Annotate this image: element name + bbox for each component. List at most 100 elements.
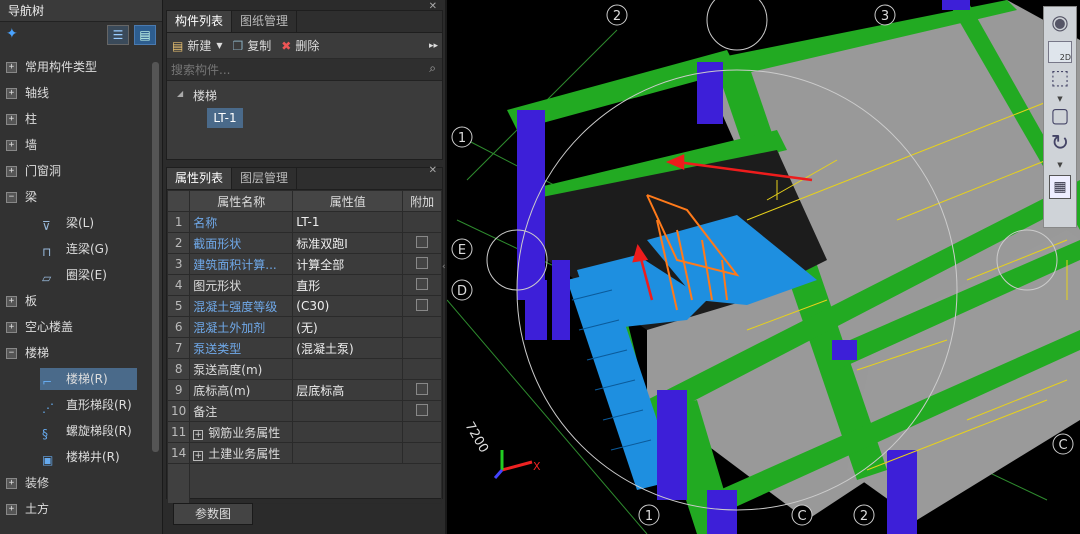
property-value[interactable] <box>292 442 404 464</box>
nav-item[interactable]: + 板 <box>6 291 37 311</box>
property-row[interactable]: 3 建筑面积计算... 计算全部 <box>166 253 442 275</box>
parameter-diagram-button[interactable]: 参数图 <box>173 503 253 525</box>
nav-item[interactable]: + 轴线 <box>6 83 49 103</box>
nav-item[interactable]: + 门窗洞 <box>6 161 61 181</box>
expand-icon[interactable]: + <box>6 295 17 307</box>
extra-checkbox[interactable] <box>416 298 429 311</box>
property-value[interactable]: 标准双跑I <box>292 232 404 254</box>
property-row[interactable]: 1 名称 LT-1 <box>166 211 442 233</box>
nav-item[interactable]: + 常用构件类型 <box>6 57 97 77</box>
expand-icon[interactable]: + <box>6 503 17 515</box>
magic-wand-icon[interactable]: ✦ <box>6 26 18 42</box>
property-row[interactable]: 9 底标高(m) 层底标高 <box>166 379 442 401</box>
dimension-label: 7200 <box>462 420 492 456</box>
more-icon[interactable]: ▸▸ <box>429 41 438 51</box>
expand-icon[interactable]: + <box>6 113 17 125</box>
property-row[interactable]: 5 混凝土强度等级 (C30) <box>166 295 442 317</box>
expand-icon[interactable]: − <box>6 191 17 203</box>
nav-subitem[interactable]: ▱ 圈梁(E) <box>42 264 107 286</box>
nav-item[interactable]: + 空心楼盖 <box>6 317 73 337</box>
nav-subitem[interactable]: ▣ 楼梯井(R) <box>42 446 120 468</box>
property-extra <box>402 400 442 422</box>
extra-checkbox[interactable] <box>416 277 429 290</box>
tab-layer-management[interactable]: 图层管理 <box>232 168 298 189</box>
cube-icon[interactable]: ⬚ <box>1044 65 1076 95</box>
grid-view-icon[interactable]: ▤ <box>134 25 156 45</box>
delete-button[interactable]: ✖ 删除 <box>281 37 319 54</box>
tab-property-list[interactable]: 属性列表 <box>167 168 233 189</box>
tree-item-lt1[interactable]: LT-1 <box>207 108 243 128</box>
collapse-arrow-icon[interactable]: ‹ <box>442 262 446 272</box>
list-view-icon[interactable]: ☰ <box>107 25 129 45</box>
property-value[interactable] <box>292 358 404 380</box>
nav-item[interactable]: + 装修 <box>6 473 49 493</box>
extra-checkbox[interactable] <box>416 382 429 395</box>
tab-drawing-management[interactable]: 图纸管理 <box>232 11 298 32</box>
property-row[interactable]: 10 备注 <box>166 400 442 422</box>
property-row[interactable]: 6 混凝土外加剂 (无) <box>166 316 442 338</box>
row-index: 5 <box>166 295 191 317</box>
property-value[interactable]: (C30) <box>292 295 404 317</box>
extra-checkbox[interactable] <box>416 235 429 248</box>
nav-item[interactable]: + 墙 <box>6 135 37 155</box>
nav-subitem[interactable]: ⌐ 楼梯(R) <box>40 368 137 390</box>
close-icon[interactable]: ✕ <box>429 1 437 12</box>
nav-item[interactable]: + 土方 <box>6 499 49 519</box>
property-row[interactable]: 4 图元形状 直形 <box>166 274 442 296</box>
tree-root-stair[interactable]: 楼梯 <box>193 87 217 104</box>
property-row[interactable]: 2 截面形状 标准双跑I <box>166 232 442 254</box>
property-row[interactable]: 8 泵送高度(m) <box>166 358 442 380</box>
nav-subitem[interactable]: ⋰ 直形梯段(R) <box>42 394 132 416</box>
nav-item[interactable]: − 楼梯 <box>6 343 49 363</box>
3d-viewport[interactable]: 2 3 1 E D C 1 C 2 X 7200 ◉ 2D ⬚ ▼ ▢ ↻ ▼ ▦ <box>447 0 1080 534</box>
chevron-down-icon[interactable]: ▼ <box>216 41 222 50</box>
expand-icon[interactable]: + <box>6 139 17 151</box>
nav-subitem[interactable]: § 螺旋梯段(R) <box>42 420 132 442</box>
nav-subitem[interactable]: ⊽ 梁(L) <box>42 212 94 234</box>
2d-view-button[interactable]: 2D <box>1048 41 1072 63</box>
expand-icon[interactable]: + <box>193 450 204 461</box>
property-value[interactable]: 层底标高 <box>292 379 404 401</box>
expand-icon[interactable]: + <box>193 429 204 440</box>
close-icon[interactable]: ✕ <box>429 165 437 176</box>
expand-icon[interactable]: + <box>6 87 17 99</box>
expand-icon[interactable]: + <box>6 165 17 177</box>
view-toolbar: ◉ 2D ⬚ ▼ ▢ ↻ ▼ ▦ <box>1043 6 1077 228</box>
expand-icon[interactable]: + <box>6 477 17 489</box>
nav-item[interactable]: + 柱 <box>6 109 37 129</box>
tree-collapse-icon[interactable]: ◢ <box>177 89 183 98</box>
copy-button[interactable]: ❐ 复制 <box>233 37 272 54</box>
property-row[interactable]: 11 + 钢筋业务属性 <box>166 421 442 443</box>
search-input[interactable] <box>167 59 442 80</box>
extra-checkbox[interactable] <box>416 403 429 416</box>
rotate-icon[interactable]: ↻ <box>1044 131 1076 161</box>
property-value[interactable]: 计算全部 <box>292 253 404 275</box>
property-value[interactable]: LT-1 <box>292 211 404 233</box>
beam-icon: ⊽ <box>42 219 51 233</box>
extra-checkbox[interactable] <box>416 256 429 269</box>
orbit-ball-icon[interactable]: ◉ <box>1044 7 1076 39</box>
property-row[interactable]: 14 + 土建业务属性 <box>166 442 442 464</box>
nav-scrollbar[interactable] <box>152 62 159 452</box>
property-value[interactable]: (混凝土泵) <box>292 337 404 359</box>
property-extra <box>402 358 442 380</box>
search-icon[interactable]: ⌕ <box>429 61 436 76</box>
expand-icon[interactable]: + <box>6 321 17 333</box>
nav-subitem-label: 直形梯段(R) <box>66 398 132 412</box>
chevron-down-icon[interactable]: ▼ <box>1044 95 1076 103</box>
nav-subitem[interactable]: ⊓ 连梁(G) <box>42 238 109 260</box>
chevron-down-icon[interactable]: ▼ <box>1044 161 1076 169</box>
expand-icon[interactable]: + <box>6 61 17 73</box>
row-index: 11 <box>166 421 191 443</box>
property-value[interactable] <box>292 421 404 443</box>
property-row[interactable]: 7 泵送类型 (混凝土泵) <box>166 337 442 359</box>
nav-item[interactable]: − 梁 <box>6 187 37 207</box>
layer-grid-icon[interactable]: ▦ <box>1049 175 1071 199</box>
new-button[interactable]: ▤ 新建 ▼ <box>172 37 223 54</box>
expand-icon[interactable]: − <box>6 347 17 359</box>
box-icon[interactable]: ▢ <box>1044 103 1076 131</box>
tab-component-list[interactable]: 构件列表 <box>167 11 233 32</box>
property-value[interactable]: 直形 <box>292 274 404 296</box>
property-value[interactable] <box>292 400 404 422</box>
property-value[interactable]: (无) <box>292 316 404 338</box>
